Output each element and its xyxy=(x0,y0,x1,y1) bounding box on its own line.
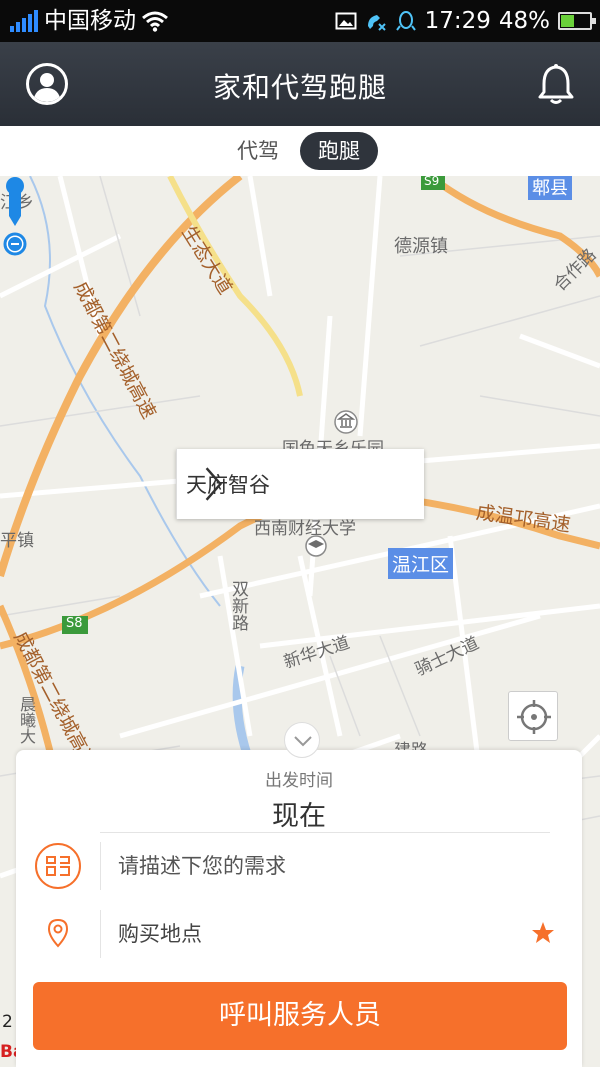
carrier-name: 中国移动 xyxy=(44,8,136,34)
row-separator xyxy=(100,842,101,890)
location-popup[interactable]: 天府智谷 xyxy=(176,449,424,519)
need-description-input[interactable]: 请描述下您的需求 xyxy=(118,850,286,880)
buy-location-input[interactable]: 购买地点 xyxy=(118,918,202,948)
collapse-sheet-button[interactable] xyxy=(284,722,320,758)
map-label-chenxi: 晨曦大 xyxy=(17,696,36,744)
map-label-shuangxin: 双新路 xyxy=(228,580,248,631)
wifi-icon xyxy=(142,11,168,32)
gallery-icon xyxy=(335,12,357,30)
order-sheet: 出发时间 现在 请描述下您的需求 购买地点 呼叫服务人员 xyxy=(16,750,582,1067)
buy-location-row[interactable]: 购买地点 xyxy=(16,904,582,964)
chevron-right-icon[interactable] xyxy=(176,449,248,519)
map-label-pixian: 郫县 xyxy=(528,176,572,200)
tab-paotui[interactable]: 跑腿 xyxy=(300,132,378,170)
locate-button[interactable] xyxy=(508,691,558,741)
status-bar: 中国移动 17:29 48% xyxy=(0,0,600,42)
bell-icon[interactable] xyxy=(536,62,576,106)
divider xyxy=(100,832,550,833)
map-label-deyuan: 德源镇 xyxy=(394,236,448,257)
need-description-row[interactable]: 请描述下您的需求 xyxy=(16,836,582,896)
status-left: 中国移动 xyxy=(10,6,168,36)
highway-label-s9: S9 xyxy=(424,176,440,188)
battery-icon xyxy=(558,12,596,30)
battery-percent: 48% xyxy=(498,8,550,34)
favorite-star-icon[interactable] xyxy=(530,920,556,946)
service-tab-bar: 代驾 跑腿 xyxy=(0,126,600,176)
highway-label-s8: S8 xyxy=(66,616,83,631)
call-service-button[interactable]: 呼叫服务人员 xyxy=(33,982,567,1050)
crosshair-icon xyxy=(517,700,551,734)
map-label-pingzhen: 平镇 xyxy=(0,531,34,551)
map-scale-number: 2 xyxy=(2,1012,13,1032)
row-separator xyxy=(100,910,101,958)
tab-daijia[interactable]: 代驾 xyxy=(219,132,297,170)
signal-strength-icon xyxy=(10,10,38,32)
status-right: 17:29 48% xyxy=(335,6,596,36)
app-header: 家和代驾跑腿 xyxy=(0,42,600,126)
departure-time-value[interactable]: 现在 xyxy=(16,794,582,833)
chevron-down-icon xyxy=(294,736,312,747)
departure-time-label: 出发时间 xyxy=(265,771,333,791)
location-pin-icon xyxy=(3,177,27,256)
order-icon xyxy=(35,843,81,889)
status-time: 17:29 xyxy=(424,8,491,34)
missed-call-icon xyxy=(367,15,386,31)
map-label-wenjiang: 温江区 xyxy=(388,548,454,579)
battery-fill xyxy=(561,15,574,27)
location-marker-icon xyxy=(47,918,69,948)
page-title: 家和代驾跑腿 xyxy=(212,71,387,104)
qq-icon xyxy=(395,11,416,31)
